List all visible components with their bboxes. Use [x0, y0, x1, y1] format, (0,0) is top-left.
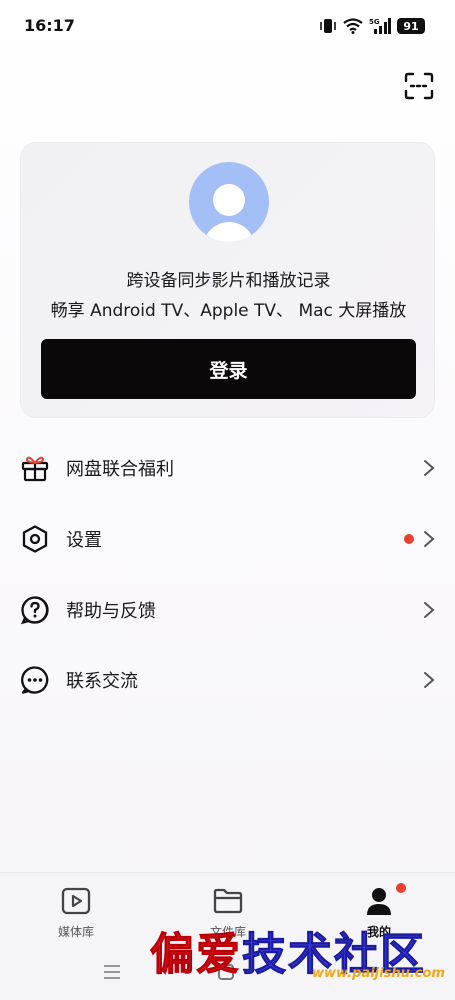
- person-icon: [367, 888, 391, 915]
- tab-media-library[interactable]: 媒体库: [31, 883, 121, 947]
- chevron-right-icon: [424, 531, 435, 547]
- status-bar: 16:17 5G 91: [0, 0, 455, 52]
- chevron-right-icon: [424, 602, 435, 618]
- profile-page: 16:17 5G 91 跨设备同步影片和播放记录 畅享 Android TV、A…: [0, 0, 455, 1000]
- signal-icon: 5G: [369, 18, 391, 34]
- menu-item-settings[interactable]: 设置: [0, 509, 455, 569]
- user-avatar-icon: [189, 162, 269, 242]
- help-icon: [20, 596, 49, 625]
- chat-icon: [21, 666, 49, 694]
- settings-badge: [404, 534, 414, 544]
- vibrate-icon: [320, 19, 336, 33]
- folder-icon: [213, 888, 243, 914]
- play-icon: [61, 887, 91, 915]
- menu-label-help: 帮助与反馈: [66, 601, 156, 622]
- menu-label-settings: 设置: [66, 530, 102, 551]
- gift-icon: [21, 456, 49, 482]
- profile-badge: [396, 883, 406, 893]
- login-promo-line2: 畅享 Android TV、Apple TV、 Mac 大屏播放: [50, 301, 407, 321]
- menu-icon[interactable]: [103, 964, 121, 980]
- scan-icon: [404, 72, 434, 100]
- chevron-right-icon: [424, 672, 435, 688]
- menu-item-help[interactable]: 帮助与反馈: [0, 580, 455, 640]
- settings-icon: [22, 525, 48, 553]
- scan-button[interactable]: [404, 72, 434, 100]
- wifi-icon: [343, 18, 363, 34]
- menu-item-welfare[interactable]: 网盘联合福利: [0, 438, 455, 498]
- login-promo-line1: 跨设备同步影片和播放记录: [126, 271, 331, 291]
- chevron-right-icon: [424, 460, 435, 476]
- watermark-url: www.paijishu.com: [312, 966, 445, 981]
- login-card: 跨设备同步影片和播放记录 畅享 Android TV、Apple TV、 Mac…: [20, 142, 435, 418]
- tab-label-media: 媒体库: [57, 925, 94, 939]
- watermark-logo: 偏爱技术社区 www.paijishu.com: [150, 918, 450, 988]
- battery-indicator: 91: [397, 18, 425, 34]
- network-type: 5G: [369, 18, 380, 26]
- menu-label-contact: 联系交流: [66, 671, 138, 692]
- menu-label-welfare: 网盘联合福利: [66, 459, 174, 480]
- login-button[interactable]: 登录: [41, 339, 416, 399]
- status-time: 16:17: [24, 16, 75, 35]
- menu-item-contact[interactable]: 联系交流: [0, 650, 455, 710]
- status-icons: 5G 91: [319, 15, 425, 37]
